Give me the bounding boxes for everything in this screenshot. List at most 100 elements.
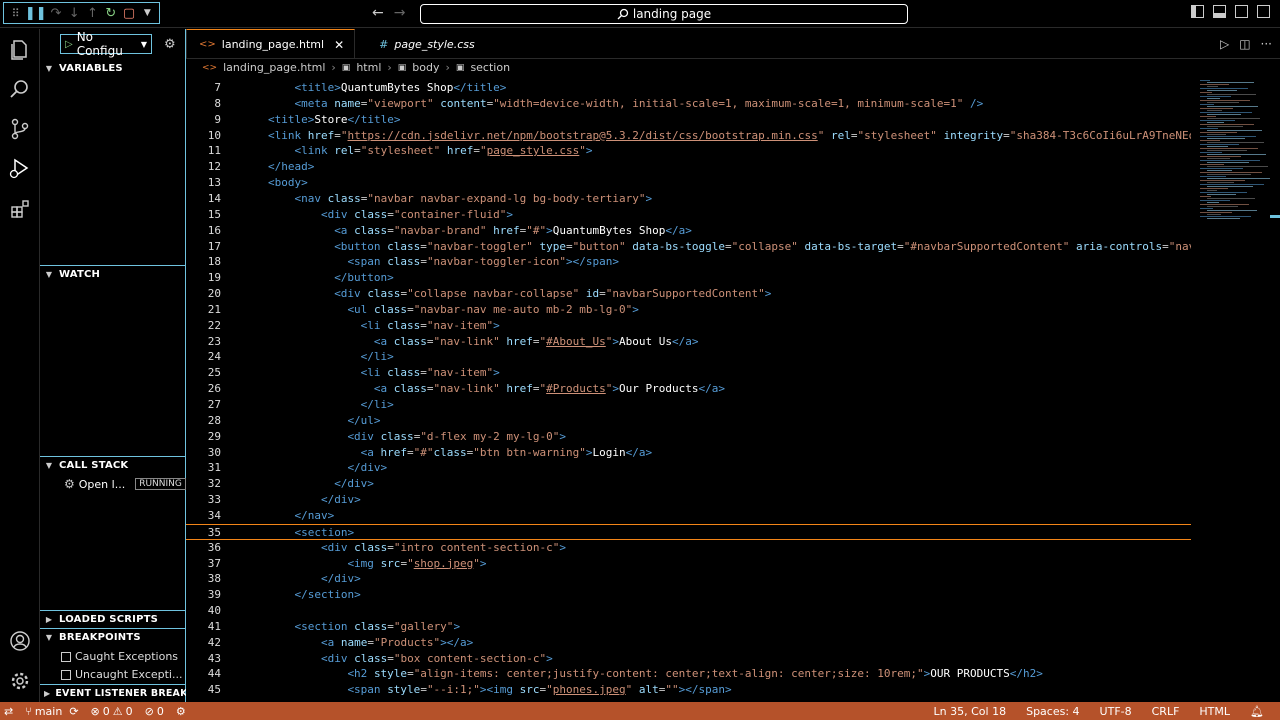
code-line[interactable]: 7 <title>QuantumBytes Shop</title> (186, 80, 1191, 96)
pause-icon[interactable]: ❚❚ (25, 5, 47, 22)
remote-indicator[interactable]: ⇄ (0, 705, 19, 718)
step-into-icon[interactable]: ↓ (68, 5, 81, 22)
forward-arrow-icon[interactable]: → (394, 5, 406, 21)
code-line[interactable]: 39 </section> (186, 587, 1191, 603)
code-line[interactable]: 32 </div> (186, 476, 1191, 492)
language-mode[interactable]: HTML (1199, 705, 1230, 718)
gear-icon[interactable] (8, 669, 32, 693)
stop-icon[interactable]: ▢ (122, 5, 135, 22)
breadcrumb-html[interactable]: html (356, 61, 381, 74)
source-control-icon[interactable] (8, 117, 32, 141)
code-line[interactable]: 38 </div> (186, 571, 1191, 587)
restart-icon[interactable]: ↻ (104, 5, 117, 22)
code-line[interactable]: 9 <title>Store</title> (186, 112, 1191, 128)
problems-indicator[interactable]: ⊗ 0 ⚠ 0 (85, 705, 139, 718)
toggle-secondary-sidebar-icon[interactable] (1235, 5, 1248, 18)
variables-section-header[interactable]: ▼ VARIABLES (40, 59, 186, 77)
breakpoint-caught-exceptions[interactable]: Caught Exceptions (61, 650, 178, 663)
customize-layout-icon[interactable] (1257, 5, 1270, 18)
call-stack-section-header[interactable]: ▼ CALL STACK (40, 456, 186, 474)
indentation[interactable]: Spaces: 4 (1026, 705, 1079, 718)
toggle-panel-icon[interactable] (1213, 5, 1226, 18)
code-line[interactable]: 13 <body> (186, 175, 1191, 191)
code-line[interactable]: 26 <a class="nav-link" href="#Products">O… (186, 381, 1191, 397)
code-line[interactable]: 19 </button> (186, 270, 1191, 286)
code-line[interactable]: 35 <section> (186, 523, 1191, 540)
code-line[interactable]: 44 <h2 style="align-items: center;justify… (186, 666, 1191, 682)
code-line[interactable]: 31 </div> (186, 460, 1191, 476)
breadcrumb-section[interactable]: section (470, 61, 510, 74)
line-ending[interactable]: CRLF (1152, 705, 1180, 718)
code-line[interactable]: 10 <link href="https://cdn.jsdelivr.net/n… (186, 128, 1191, 144)
watch-section-header[interactable]: ▼ WATCH (40, 265, 186, 283)
code-line[interactable]: 36 <div class="intro content-section-c"> (186, 540, 1191, 556)
close-icon[interactable]: ✕ (334, 38, 344, 52)
code-line[interactable]: 23 <a class="nav-link" href="#About_Us">A… (186, 334, 1191, 350)
notifications-icon[interactable]: 🔔︎ (1250, 705, 1264, 718)
play-icon[interactable]: ▷ (65, 39, 73, 50)
code-line[interactable]: 14 <nav class="navbar navbar-expand-lg bg… (186, 191, 1191, 207)
layout-controls (1191, 5, 1270, 18)
code-line[interactable]: 43 <div class="box content-section-c"> (186, 651, 1191, 667)
code-line[interactable]: 30 <a href="#"class="btn btn-warning">Log… (186, 445, 1191, 461)
loaded-scripts-section-header[interactable]: ▶ LOADED SCRIPTS (40, 610, 186, 628)
checkbox[interactable] (61, 651, 71, 662)
code-line[interactable]: 34 </nav> (186, 508, 1191, 524)
code-line[interactable]: 41 <section class="gallery"> (186, 619, 1191, 635)
code-line[interactable]: 27 </li> (186, 397, 1191, 413)
code-line[interactable]: 18 <span class="navbar-toggler-icon"></sp… (186, 254, 1191, 270)
tab-page-style-css[interactable]: # page_style.css (355, 29, 503, 59)
code-line[interactable]: 42 <a name="Products"></a> (186, 635, 1191, 651)
checkbox[interactable] (61, 669, 71, 680)
code-line[interactable]: 33 </div> (186, 492, 1191, 508)
gear-icon[interactable]: ⚙ (164, 37, 176, 52)
command-center[interactable]: landing page (420, 4, 908, 24)
code-line[interactable]: 16 <a class="navbar-brand" href="#">Quant… (186, 223, 1191, 239)
encoding[interactable]: UTF-8 (1100, 705, 1132, 718)
account-icon[interactable] (8, 629, 32, 653)
code-line[interactable]: 40 (186, 603, 1191, 619)
run-debug-icon[interactable] (8, 157, 32, 181)
drag-handle-icon[interactable]: ⠿ (9, 5, 22, 22)
split-editor-icon[interactable]: ◫ (1239, 37, 1250, 51)
search-icon[interactable] (8, 77, 32, 101)
run-config-select[interactable]: ▷ No Configu ▼ (60, 30, 152, 58)
scrollbar[interactable] (1270, 215, 1280, 218)
explorer-icon[interactable] (8, 37, 32, 61)
step-out-icon[interactable]: ↑ (86, 5, 99, 22)
code-line[interactable]: 12 </head> (186, 159, 1191, 175)
cursor-position[interactable]: Ln 35, Col 18 (934, 705, 1007, 718)
extensions-icon[interactable] (8, 197, 32, 221)
code-line[interactable]: 11 <link rel="stylesheet" href="page_styl… (186, 143, 1191, 159)
code-line[interactable]: 15 <div class="container-fluid"> (186, 207, 1191, 223)
minimap[interactable] (1196, 80, 1276, 230)
code-line[interactable]: 45 <span style="--i:1;"><img src="phones.… (186, 682, 1191, 698)
code-line[interactable]: 28 </ul> (186, 413, 1191, 429)
breadcrumb-body[interactable]: body (412, 61, 439, 74)
code-line[interactable]: 8 <meta name="viewport" content="width=de… (186, 96, 1191, 112)
run-file-icon[interactable]: ▷ (1220, 37, 1229, 51)
toggle-primary-sidebar-icon[interactable] (1191, 5, 1204, 18)
code-line[interactable]: 17 <button class="navbar-toggler" type="b… (186, 239, 1191, 255)
code-line[interactable]: 20 <div class="collapse navbar-collapse" … (186, 286, 1191, 302)
code-line[interactable]: 24 </li> (186, 349, 1191, 365)
code-line[interactable]: 22 <li class="nav-item"> (186, 318, 1191, 334)
branch-indicator[interactable]: ⑂ main ⟳ (19, 705, 84, 718)
code-line[interactable]: 37 <img src="shop.jpeg"> (186, 556, 1191, 572)
code-editor[interactable]: 7 <title>QuantumBytes Shop</title> 8 <meta … (186, 80, 1191, 702)
tab-landing-page-html[interactable]: <> landing_page.html ✕ (186, 29, 356, 59)
more-actions-icon[interactable]: ··· (1261, 37, 1272, 51)
breakpoint-uncaught-exceptions[interactable]: Uncaught Excepti... (61, 668, 182, 681)
code-line[interactable]: 25 <li class="nav-item"> (186, 365, 1191, 381)
breadcrumb-file[interactable]: landing_page.html (223, 61, 325, 74)
breakpoints-section-header[interactable]: ▼ BREAKPOINTS (40, 628, 186, 646)
back-arrow-icon[interactable]: ← (372, 5, 384, 21)
debug-indicator[interactable]: ⚙ (170, 705, 192, 718)
code-line[interactable]: 21 <ul class="navbar-nav me-auto mb-2 mb-… (186, 302, 1191, 318)
minimap-line (1207, 122, 1224, 123)
event-listener-section-header[interactable]: ▶ EVENT LISTENER BREAKPOI... (40, 684, 218, 702)
chevron-down-icon[interactable]: ▼ (141, 5, 154, 22)
step-over-icon[interactable]: ↷ (49, 5, 62, 22)
code-line[interactable]: 29 <div class="d-flex my-2 my-lg-0"> (186, 429, 1191, 445)
ports-indicator[interactable]: ⊘ 0 (139, 705, 170, 718)
